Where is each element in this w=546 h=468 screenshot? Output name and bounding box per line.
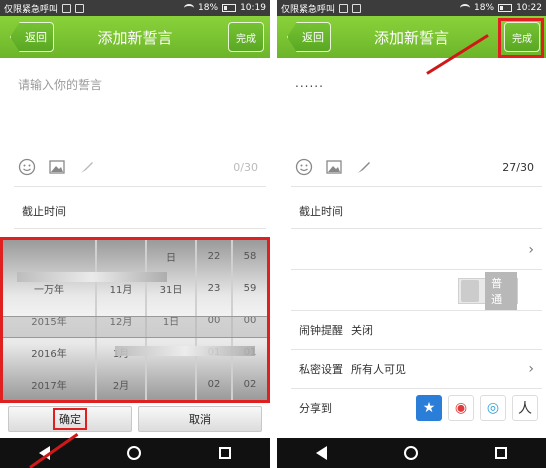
wifi-icon <box>184 4 195 12</box>
usb-icon <box>339 3 349 13</box>
divider <box>291 228 542 229</box>
chevron-right-icon: › <box>528 242 534 258</box>
picker-cell: 2月 <box>112 380 130 392</box>
cancel-button[interactable]: 取消 <box>138 406 262 432</box>
picture-icon[interactable] <box>48 158 66 176</box>
privacy-value: 所有人可见 <box>351 363 406 376</box>
vow-editor[interactable]: 请输入你的誓言 0/30 <box>14 68 266 180</box>
nav-recent-icon[interactable] <box>219 447 232 459</box>
divider <box>291 269 542 270</box>
deadline-row[interactable]: 截止时间 <box>291 194 542 228</box>
blurred-area <box>115 346 255 356</box>
picker-cell: 02 <box>207 378 221 390</box>
picture-icon[interactable] <box>325 158 343 176</box>
nav-home-icon[interactable] <box>403 446 418 460</box>
char-counter: 0/30 <box>233 161 258 174</box>
nav-back-icon[interactable] <box>315 446 327 460</box>
chevron-right-icon: › <box>528 361 534 377</box>
vow-input-placeholder[interactable]: 请输入你的誓言 <box>14 68 266 101</box>
page-title: 添加新誓言 <box>373 28 449 47</box>
share-row: 分享到 ★ ◉ ◎ 人 <box>291 391 542 425</box>
clock: 10:22 <box>516 3 542 13</box>
battery-icon <box>222 4 237 12</box>
alarm-label: 闹钟提醒 <box>299 324 343 337</box>
clock: 10:19 <box>240 3 266 13</box>
status-bar: 仅限紧急呼叫 18% 10:19 <box>0 0 270 16</box>
battery-percent: 18% <box>474 3 495 13</box>
nav-bar <box>0 438 270 468</box>
nav-recent-icon[interactable] <box>495 447 508 459</box>
char-counter: 27/30 <box>502 161 534 174</box>
divider <box>14 186 266 187</box>
back-button[interactable]: 返回 <box>10 22 54 52</box>
emoji-icon[interactable] <box>18 158 36 176</box>
picker-cell: 2016年 <box>31 348 67 360</box>
left-screen: 仅限紧急呼叫 18% 10:19 返回 添加新誓言 完成 请输入你的誓言 0/3… <box>0 0 270 468</box>
emoji-icon[interactable] <box>295 158 313 176</box>
picker-cell: 2017年 <box>31 380 67 392</box>
picker-selection-band <box>3 316 267 338</box>
image-icon <box>75 3 85 13</box>
picker-cell: 22 <box>207 250 221 262</box>
nav-bar <box>277 438 546 468</box>
deadline-label: 截止时间 <box>299 205 343 218</box>
editor-toolbar <box>14 154 266 180</box>
blurred-row[interactable]: › <box>291 233 542 267</box>
done-button[interactable]: 完成 <box>228 22 264 52</box>
battery-percent: 18% <box>198 3 219 13</box>
carrier-text: 仅限紧急呼叫 <box>4 4 59 15</box>
back-button[interactable]: 返回 <box>287 22 331 52</box>
tencent-weibo-icon[interactable]: ◎ <box>480 395 506 421</box>
usb-icon <box>62 3 72 13</box>
privacy-row[interactable]: 私密设置 所有人可见 › <box>291 352 542 386</box>
page-title: 添加新誓言 <box>97 28 173 47</box>
picker-cell: 日 <box>166 252 176 264</box>
alarm-value: 关闭 <box>351 324 373 337</box>
title-bar: 返回 添加新誓言 完成 <box>0 16 270 58</box>
date-time-picker[interactable]: 一万年 2015年 2016年 2017年 11月 12月 1月 2月 日 31… <box>0 237 270 403</box>
weibo-icon[interactable]: ◉ <box>448 395 474 421</box>
picker-buttons: 确定 取消 <box>8 406 262 432</box>
toggle-label: 普通 <box>485 272 517 310</box>
share-label: 分享到 <box>299 402 332 415</box>
picker-cell: 02 <box>243 378 257 390</box>
divider <box>291 310 542 311</box>
renren-icon[interactable]: 人 <box>512 395 538 421</box>
alarm-row[interactable]: 闹钟提醒 关闭 <box>291 313 542 347</box>
right-screen: 仅限紧急呼叫 18% 10:22 返回 添加新誓言 完成 ...... 27/3… <box>277 0 546 468</box>
privacy-label: 私密设置 <box>299 363 343 376</box>
blurred-area <box>17 272 167 282</box>
qzone-star-icon[interactable]: ★ <box>416 395 442 421</box>
deadline-label: 截止时间 <box>22 205 66 218</box>
confirm-button[interactable]: 确定 <box>8 406 132 432</box>
vow-input-text[interactable]: ...... <box>291 68 542 98</box>
brush-icon[interactable] <box>78 158 96 176</box>
done-highlight-box <box>498 18 544 58</box>
battery-icon <box>498 4 513 12</box>
confirm-label: 确定 <box>53 408 87 430</box>
divider <box>14 228 266 229</box>
deadline-row[interactable]: 截止时间 <box>14 194 266 228</box>
share-targets: ★ ◉ ◎ 人 <box>416 395 538 421</box>
picker-cell: 58 <box>243 250 257 262</box>
mode-row: 普通 <box>291 272 542 310</box>
mode-toggle[interactable]: 普通 <box>458 272 518 310</box>
brush-icon[interactable] <box>355 158 373 176</box>
picker-cell: 59 <box>243 282 257 294</box>
divider <box>291 388 542 389</box>
carrier-text: 仅限紧急呼叫 <box>281 4 336 15</box>
toggle-knob <box>461 280 480 302</box>
vow-editor[interactable]: ...... 27/30 <box>291 68 542 180</box>
divider <box>291 349 542 350</box>
wifi-icon <box>460 4 471 12</box>
nav-home-icon[interactable] <box>127 446 142 460</box>
divider <box>291 186 542 187</box>
image-icon <box>352 3 362 13</box>
status-bar: 仅限紧急呼叫 18% 10:22 <box>277 0 546 16</box>
picker-cell: 23 <box>207 282 221 294</box>
